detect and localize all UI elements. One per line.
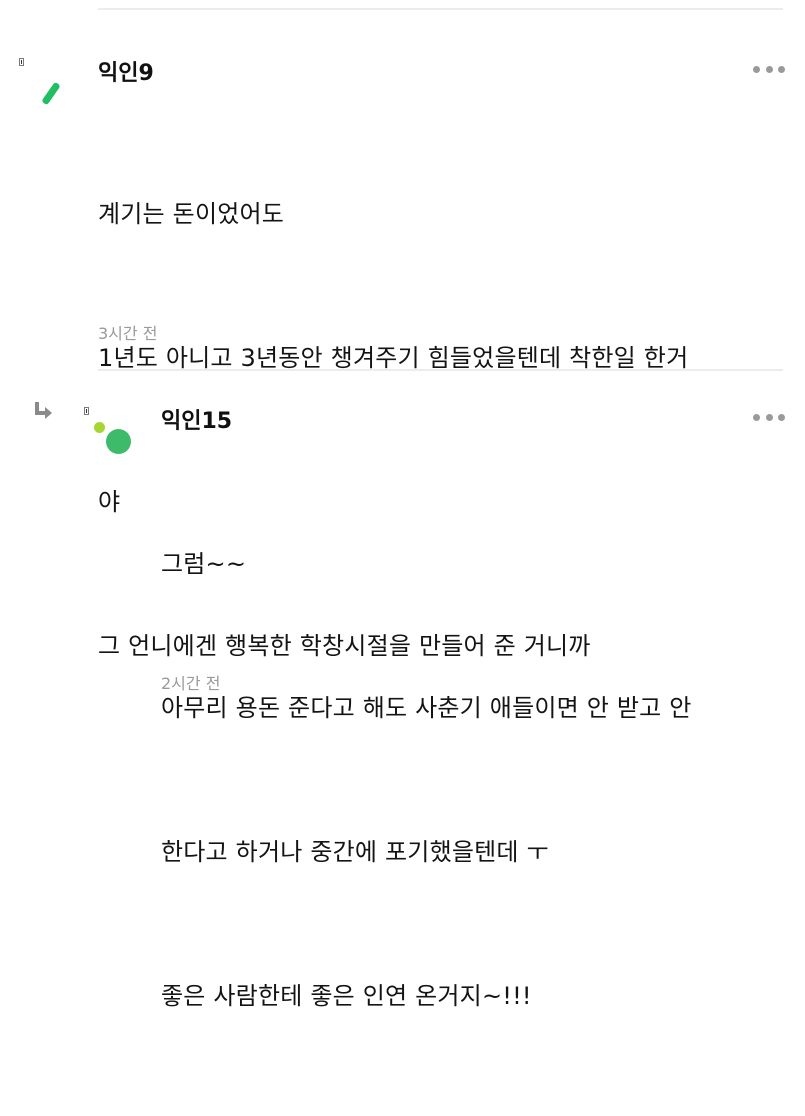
comment-author[interactable]: 익인15 [161,403,232,435]
divider [98,369,783,371]
comment-line: 그럼~~ [161,550,247,578]
comment-author[interactable]: 익인9 [98,55,154,87]
badge-icon [19,58,24,66]
avatar-shape [41,81,61,106]
avatar-dot-small [94,422,105,433]
dot [778,65,785,73]
dot [753,413,760,421]
dot [778,413,785,421]
comment-line: 좋은 사람한테 좋은 인연 온거지~!!! [161,982,532,1010]
comment-line: 1년도 아니고 3년동안 챙겨주기 힘들었을텐데 착한일 한거 [98,344,689,372]
comment-line: 계기는 돈이었어도 [98,200,285,228]
more-options-icon[interactable] [753,412,785,422]
dot [765,65,773,73]
comment-timestamp: 2시간 전 [161,674,221,693]
avatar[interactable] [92,420,134,458]
comment-line: 아무리 용돈 준다고 해도 사춘기 애들이면 안 받고 안 [161,694,692,722]
dot [765,413,773,421]
more-options-icon[interactable] [753,64,785,74]
comment-timestamp: 3시간 전 [98,324,158,343]
reply-arrow-icon [35,402,52,419]
avatar[interactable] [36,80,62,106]
comment-body: 그럼~~ 아무리 용돈 준다고 해도 사춘기 애들이면 안 받고 안 한다고 하… [161,444,791,1116]
badge-icon [84,407,89,415]
comment-line: 한다고 하거나 중간에 포기했을텐데 ㅜ [161,838,549,866]
divider-top [98,8,783,10]
dot [753,65,760,73]
avatar-dot-large [106,429,131,454]
